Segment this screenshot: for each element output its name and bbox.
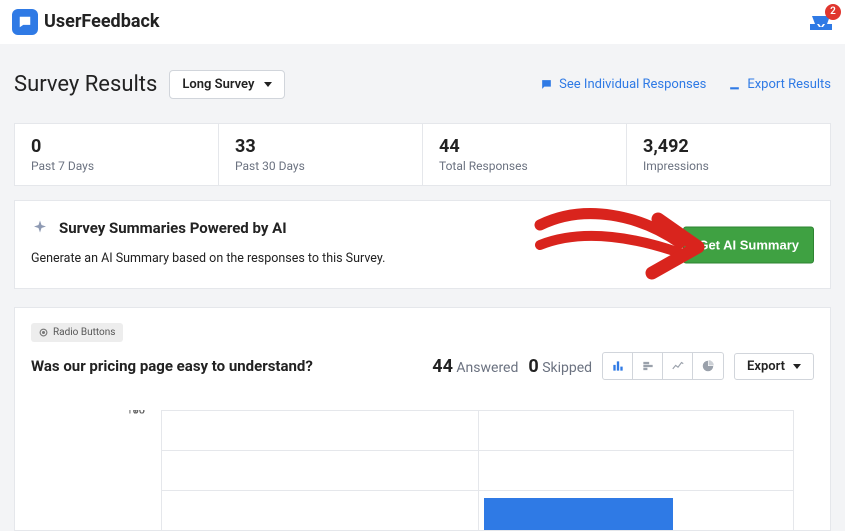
get-ai-summary-button[interactable]: Get AI Summary [683,226,814,263]
notification-badge: 2 [825,4,841,20]
plot-area [161,410,794,530]
stat-label: Total Responses [439,159,610,173]
bar-chart: 100 90 80 70 [41,410,804,530]
bar-chart-icon[interactable] [603,353,633,379]
stats-row: 0 Past 7 Days 33 Past 30 Days 44 Total R… [14,123,831,186]
y-tick: 70 [133,410,151,417]
answered-count: 44 Answered [432,356,518,377]
stat-card: 44 Total Responses [423,124,627,185]
see-individual-link[interactable]: See Individual Responses [540,77,706,92]
chevron-down-icon [264,82,272,87]
question-type-tag: Radio Buttons [31,323,123,342]
hbar-chart-icon[interactable] [633,353,663,379]
brand-icon [12,9,38,35]
stat-value: 3,492 [643,136,814,157]
export-results-link[interactable]: Export Results [728,77,831,92]
stat-value: 44 [439,136,610,157]
ai-summary-card: Survey Summaries Powered by AI Generate … [14,200,831,289]
brand: UserFeedback [12,9,159,35]
stat-card: 33 Past 30 Days [219,124,423,185]
header-actions: See Individual Responses Export Results [540,77,831,92]
question-export-label: Export [747,359,785,374]
question-card: Radio Buttons Was our pricing page easy … [14,307,831,531]
pie-chart-icon[interactable] [693,353,723,379]
chart-type-toggle [602,352,724,380]
topbar: UserFeedback 2 [0,0,845,44]
page-title: Survey Results [14,72,157,97]
survey-selector[interactable]: Long Survey [169,70,285,99]
sparkle-icon [31,219,49,237]
export-results-label: Export Results [747,77,831,92]
see-individual-label: See Individual Responses [559,77,706,92]
notifications-button[interactable]: 2 [809,12,833,32]
brand-name: UserFeedback [44,11,159,32]
survey-selector-label: Long Survey [182,77,254,92]
question-type-label: Radio Buttons [53,327,115,338]
question-text: Was our pricing page easy to understand? [31,357,313,375]
page-header: Survey Results Long Survey See Individua… [0,44,845,109]
stat-card: 0 Past 7 Days [15,124,219,185]
skipped-count: 0 Skipped [528,356,592,377]
chevron-down-icon [793,364,801,369]
stat-value: 33 [235,136,406,157]
stat-value: 0 [31,136,202,157]
stat-label: Past 30 Days [235,159,406,173]
stat-label: Past 7 Days [31,159,202,173]
bar [484,498,673,530]
stat-label: Impressions [643,159,814,173]
stat-card: 3,492 Impressions [627,124,830,185]
line-chart-icon[interactable] [663,353,693,379]
question-export-button[interactable]: Export [734,353,814,380]
